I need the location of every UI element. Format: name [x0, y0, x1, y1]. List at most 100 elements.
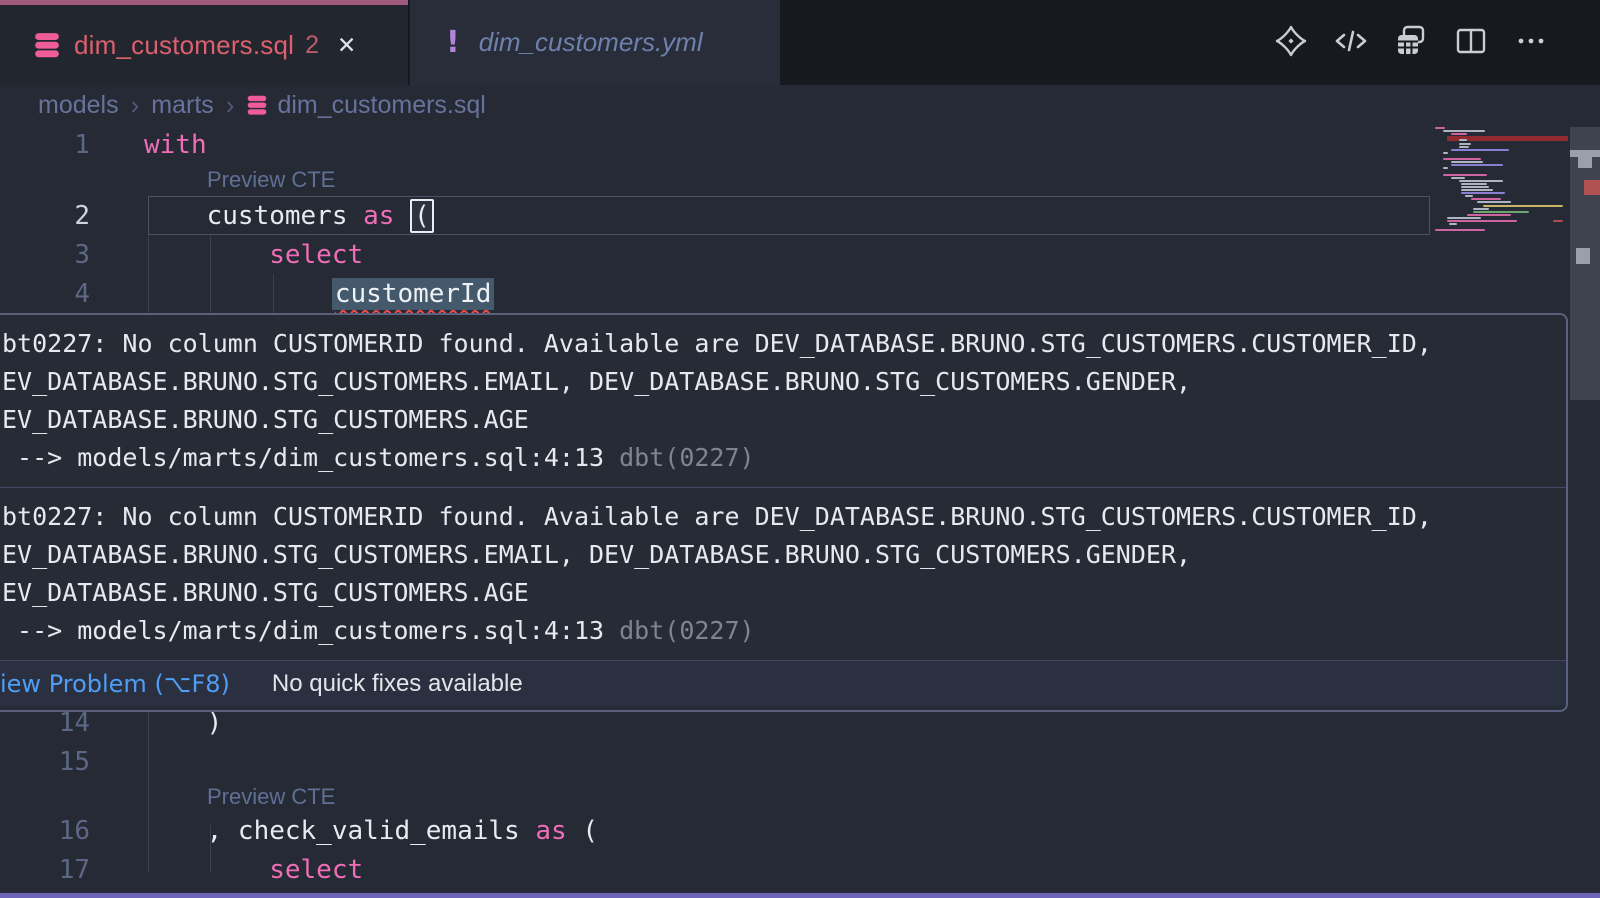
warning-icon: ! [446, 25, 460, 60]
error-location-line: --> models/marts/dim_customers.sql:4:13 … [2, 612, 1566, 650]
hover-status-bar: iew Problem (⌥F8) No quick fixes availab… [0, 660, 1566, 706]
minimap-line [1461, 186, 1489, 188]
code-line-16: 16 , check_valid_emails as ( [0, 811, 598, 850]
breadcrumb-item-models[interactable]: models [38, 91, 119, 120]
code-line-15: 15 [0, 742, 90, 781]
database-icon [246, 94, 268, 116]
minimap-line [1483, 205, 1563, 207]
database-icon [33, 31, 61, 59]
dbt-power-user-icon[interactable] [1274, 24, 1308, 58]
scrollbar-overview-ruler[interactable] [1570, 125, 1600, 898]
ruler-decoration [1584, 180, 1600, 195]
close-icon[interactable]: ✕ [337, 32, 356, 59]
minimap-line [1443, 130, 1485, 132]
minimap-line [1451, 177, 1465, 179]
error-source: dbt(0227) [619, 616, 754, 645]
minimap-line [1461, 192, 1505, 194]
code-line-17: 17 select [0, 850, 363, 889]
minimap-line [1477, 201, 1511, 203]
code-line-1: 1 with [0, 125, 207, 164]
code-editor[interactable]: 1 with Preview CTE 2 customers as ( 3 se… [0, 125, 1600, 898]
minimap-line [1553, 220, 1563, 222]
text-cursor: ( [410, 199, 434, 233]
codelens-preview-cte[interactable]: Preview CTE [207, 784, 335, 814]
tab-title: dim_customers.yml [479, 27, 703, 58]
vscode-editor-window: dim_customers.sql 2 ✕ ! dim_customers.ym… [0, 0, 1600, 898]
error-location-line: --> models/marts/dim_customers.sql:4:13 … [2, 439, 1566, 477]
error-token-customerid: customerId [332, 278, 495, 310]
keyword-as: as [363, 201, 410, 231]
keyword-as: as [535, 816, 582, 846]
code-line-2: 2 customers as ( [0, 196, 434, 235]
chevron-right-icon: › [131, 90, 140, 121]
code-line-3: 3 select [0, 235, 363, 274]
error-message-block: bt0227: No column CUSTOMERID found. Avai… [0, 315, 1566, 487]
minimap-line [1459, 180, 1503, 182]
keyword-with: with [144, 130, 207, 160]
minimap-line [1473, 211, 1529, 213]
query-results-icon[interactable] [1394, 24, 1428, 58]
more-actions-icon[interactable] [1514, 24, 1548, 58]
line-number: 3 [0, 240, 90, 270]
minimap-line [1459, 139, 1467, 141]
line-number: 4 [0, 279, 90, 309]
error-text: bt0227: No column CUSTOMERID found. Avai… [2, 325, 1566, 363]
minimap-line [1443, 152, 1448, 154]
ruler-decoration [1570, 150, 1600, 157]
cte-name: customers [207, 201, 364, 231]
minimap-line [1465, 195, 1473, 197]
ruler-decoration [1576, 248, 1590, 264]
minimap-line [1443, 167, 1448, 169]
minimap-line [1447, 220, 1517, 222]
split-editor-icon[interactable] [1454, 24, 1488, 58]
chevron-right-icon: › [226, 90, 235, 121]
error-text: EV_DATABASE.BRUNO.STG_CUSTOMERS.EMAIL, D… [2, 363, 1566, 401]
line-number: 14 [0, 708, 90, 738]
minimap-line [1449, 223, 1457, 225]
minimap-line [1435, 229, 1485, 231]
tab-dim-customers-sql[interactable]: dim_customers.sql 2 ✕ [0, 0, 408, 85]
minimap-line [1443, 158, 1481, 160]
tab-title: dim_customers.sql [74, 30, 294, 61]
line-number: 17 [0, 855, 90, 885]
editor-actions [1274, 24, 1548, 58]
keyword-select: select [269, 240, 363, 270]
line-number: 15 [0, 747, 90, 777]
line-number: 16 [0, 816, 90, 846]
minimap-line [1451, 164, 1503, 166]
breadcrumb: models › marts › dim_customers.sql [0, 85, 1600, 125]
keyword-select: select [269, 855, 363, 885]
minimap-line [1459, 146, 1469, 148]
cte-name: , check_valid_emails [207, 816, 536, 846]
error-message-block: bt0227: No column CUSTOMERID found. Avai… [0, 488, 1566, 660]
error-source: dbt(0227) [619, 443, 754, 472]
minimap-line [1443, 174, 1487, 176]
ruler-decoration [1578, 157, 1592, 168]
minimap-line [1447, 217, 1481, 219]
minimap-line [1471, 198, 1501, 200]
no-quick-fixes-label: No quick fixes available [272, 670, 523, 698]
tab-bar: dim_customers.sql 2 ✕ ! dim_customers.ym… [0, 0, 1600, 85]
minimap-line [1451, 161, 1483, 163]
minimap-line [1467, 214, 1511, 216]
error-text: EV_DATABASE.BRUNO.STG_CUSTOMERS.AGE [2, 574, 1566, 612]
error-text: EV_DATABASE.BRUNO.STG_CUSTOMERS.EMAIL, D… [2, 536, 1566, 574]
minimap-line [1451, 133, 1467, 135]
problem-count-badge: 2 [305, 31, 319, 60]
minimap-line [1435, 127, 1445, 129]
breadcrumb-item-file[interactable]: dim_customers.sql [277, 91, 485, 120]
minimap-line [1451, 149, 1509, 151]
line-number: 1 [0, 130, 90, 160]
line-number-active: 2 [0, 201, 90, 231]
minimap-line [1459, 143, 1471, 145]
error-text: EV_DATABASE.BRUNO.STG_CUSTOMERS.AGE [2, 401, 1566, 439]
tab-dim-customers-yml[interactable]: ! dim_customers.yml [410, 0, 780, 85]
view-problem-link[interactable]: iew Problem (⌥F8) [0, 670, 230, 698]
minimap-line [1461, 183, 1487, 185]
minimap-line [1461, 189, 1493, 191]
code-line-4: 4 customerId [0, 274, 494, 313]
compile-code-icon[interactable] [1334, 24, 1368, 58]
breadcrumb-item-marts[interactable]: marts [151, 91, 214, 120]
panel-border-bottom [0, 893, 1600, 898]
codelens-preview-cte[interactable]: Preview CTE [207, 167, 335, 197]
